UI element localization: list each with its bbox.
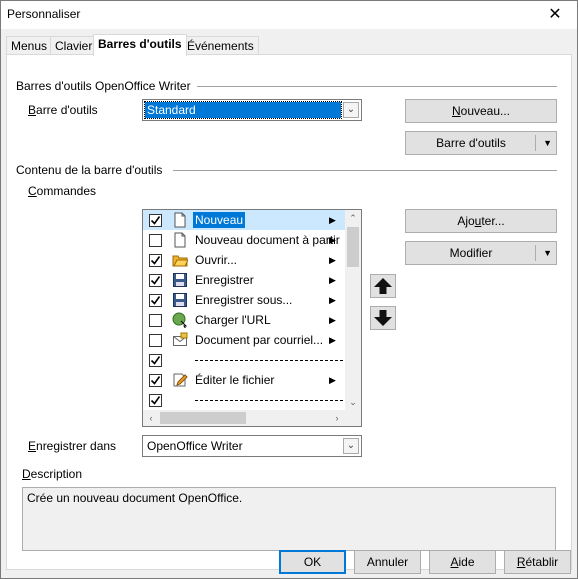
- dropdown-arrow-icon[interactable]: ▼: [543, 242, 552, 264]
- separator-line: [195, 400, 343, 401]
- checkbox-checked[interactable]: [149, 374, 162, 387]
- save-in-select[interactable]: OpenOffice Writer ⌄: [142, 435, 362, 457]
- checkbox-checked[interactable]: [149, 354, 162, 367]
- command-row[interactable]: Ouvrir... ▶: [143, 250, 345, 270]
- scroll-thumb[interactable]: [160, 412, 246, 424]
- email-icon: [172, 332, 188, 348]
- commands-label: Commandes: [28, 184, 97, 198]
- cancel-button[interactable]: Annuler: [354, 550, 421, 574]
- content-section-title: Contenu de la barre d'outils: [16, 163, 163, 177]
- description-label: Description: [22, 467, 83, 481]
- customize-dialog: Personnaliser ✕ Menus Clavier Barres d'o…: [0, 0, 578, 579]
- submenu-arrow-icon[interactable]: ▶: [329, 312, 336, 328]
- save-in-label: Enregistrer dans: [28, 439, 117, 453]
- tab-keyboard[interactable]: Clavier: [50, 36, 98, 55]
- dropdown-arrow-icon[interactable]: ▼: [543, 132, 552, 154]
- reset-button[interactable]: Rétablir: [504, 550, 571, 574]
- submenu-arrow-icon[interactable]: ▶: [329, 332, 336, 348]
- command-row[interactable]: Nouveau ▶: [143, 210, 345, 230]
- checkbox-checked[interactable]: [149, 254, 162, 267]
- scroll-corner: [345, 410, 361, 426]
- title-bar: Personnaliser ✕: [1, 1, 577, 29]
- new-document-icon: [172, 212, 188, 228]
- command-label: Enregistrer sous...: [195, 293, 293, 307]
- scroll-left-icon[interactable]: ‹: [143, 410, 159, 426]
- scroll-down-icon[interactable]: ⌄: [345, 394, 361, 410]
- command-row[interactable]: Enregistrer sous... ▶: [143, 290, 345, 310]
- description-box: Crée un nouveau document OpenOffice.: [22, 487, 556, 551]
- load-url-icon: [172, 312, 188, 330]
- submenu-arrow-icon[interactable]: ▶: [329, 212, 336, 228]
- command-label: Document par courriel...: [195, 333, 324, 347]
- submenu-arrow-icon[interactable]: ▶: [329, 372, 336, 388]
- command-row[interactable]: Enregistrer ▶: [143, 270, 345, 290]
- edit-file-icon: [172, 372, 188, 388]
- commands-list[interactable]: Nouveau ▶ Nouveau document à partir ▶ Ouvrir…: [142, 209, 362, 427]
- open-folder-icon: [172, 252, 189, 268]
- command-row[interactable]: Nouveau document à partir ▶: [143, 230, 345, 250]
- command-label: Ouvrir...: [195, 253, 238, 267]
- command-row[interactable]: Document par courriel... ▶: [143, 330, 345, 350]
- chevron-down-icon[interactable]: ⌄: [343, 438, 359, 454]
- window-title: Personnaliser: [7, 7, 81, 21]
- toolbars-tab-page: Barres d'outils OpenOffice Writer Barre …: [6, 54, 572, 570]
- move-up-button[interactable]: [370, 274, 396, 298]
- section-divider: [197, 86, 557, 87]
- modify-button[interactable]: Modifier ▼: [405, 241, 557, 265]
- tab-events[interactable]: Événements: [182, 36, 259, 55]
- checkbox-unchecked[interactable]: [149, 314, 162, 327]
- separator-line: [195, 360, 343, 361]
- toolbars-section-title: Barres d'outils OpenOffice Writer: [16, 79, 191, 93]
- command-label: Éditer le fichier: [195, 373, 275, 387]
- toolbar-menu-button[interactable]: Barre d'outils ▼: [405, 131, 557, 155]
- command-row[interactable]: Charger l'URL ▶: [143, 310, 345, 330]
- new-from-template-icon: [172, 232, 188, 248]
- checkbox-checked[interactable]: [149, 294, 162, 307]
- tab-menus[interactable]: Menus: [6, 36, 53, 55]
- checkbox-checked[interactable]: [149, 274, 162, 287]
- close-icon[interactable]: ✕: [541, 3, 569, 27]
- checkbox-unchecked[interactable]: [149, 234, 162, 247]
- submenu-arrow-icon[interactable]: ▶: [329, 272, 336, 288]
- save-in-value: OpenOffice Writer: [147, 439, 243, 453]
- save-as-icon: [172, 292, 188, 308]
- dialog-client: Menus Clavier Barres d'outils Événements…: [1, 29, 577, 578]
- scroll-up-icon[interactable]: ⌃: [345, 210, 361, 226]
- save-icon: [172, 272, 188, 288]
- scroll-thumb[interactable]: [347, 227, 359, 267]
- command-row[interactable]: [143, 390, 345, 410]
- add-button[interactable]: Ajouter...: [405, 209, 557, 233]
- toolbar-select[interactable]: Standard ⌄: [142, 99, 362, 121]
- help-button[interactable]: Aide: [429, 550, 496, 574]
- chevron-down-icon[interactable]: ⌄: [343, 102, 359, 118]
- checkbox-unchecked[interactable]: [149, 334, 162, 347]
- command-label: Charger l'URL: [195, 313, 271, 327]
- submenu-arrow-icon[interactable]: ▶: [329, 292, 336, 308]
- horizontal-scrollbar[interactable]: ‹ ›: [143, 410, 345, 426]
- command-label: Enregistrer: [195, 273, 254, 287]
- move-down-button[interactable]: [370, 306, 396, 330]
- arrow-up-icon: [374, 278, 392, 294]
- command-label: Nouveau document à partir: [195, 233, 340, 247]
- arrow-down-icon: [374, 310, 392, 326]
- command-row[interactable]: Éditer le fichier ▶: [143, 370, 345, 390]
- tab-toolbars[interactable]: Barres d'outils: [93, 34, 187, 56]
- checkbox-checked[interactable]: [149, 214, 162, 227]
- checkbox-checked[interactable]: [149, 394, 162, 407]
- submenu-arrow-icon[interactable]: ▶: [329, 232, 336, 248]
- command-label: Nouveau: [193, 212, 246, 228]
- ok-button[interactable]: OK: [279, 550, 346, 574]
- description-text: Crée un nouveau document OpenOffice.: [27, 491, 243, 505]
- submenu-arrow-icon[interactable]: ▶: [329, 252, 336, 268]
- command-row[interactable]: [143, 350, 345, 370]
- section-divider: [173, 170, 557, 171]
- new-toolbar-button[interactable]: Nouveau...: [405, 99, 557, 123]
- toolbar-label: Barre d'outils: [28, 103, 98, 117]
- vertical-scrollbar[interactable]: ⌃ ⌄: [345, 210, 361, 410]
- toolbar-select-value: Standard: [144, 101, 342, 119]
- scroll-right-icon[interactable]: ›: [329, 410, 345, 426]
